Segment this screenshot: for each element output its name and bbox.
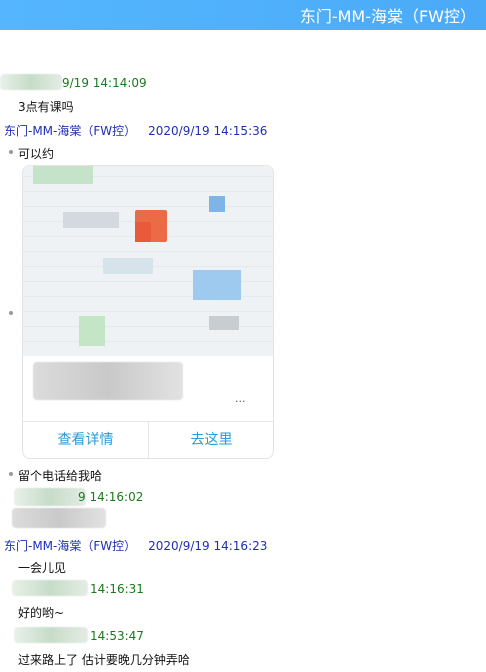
message-time: 9 14:16:02 xyxy=(78,490,144,504)
redacted-sender-name xyxy=(14,627,88,643)
message-header: 14:53:47 xyxy=(90,629,144,643)
message-time: 14:53:47 xyxy=(90,629,144,643)
message-header: 9 14:16:02 xyxy=(78,490,143,504)
message-bullet xyxy=(9,311,13,315)
message-bullet xyxy=(9,472,13,476)
message-time: 2020/9/19 14:15:36 xyxy=(148,124,268,138)
message-time: 2020/9/19 14:16:23 xyxy=(148,539,268,553)
message-text[interactable]: 留个电话给我哈 xyxy=(18,467,102,484)
location-pin-icon xyxy=(135,210,167,242)
chat-header: 东门-MM-海棠（FW控） xyxy=(0,0,486,30)
message-text[interactable]: 过来路上了 估计要晚几分钟弄哈 xyxy=(18,651,190,668)
location-card[interactable]: ... 查看详情 去这里 xyxy=(22,165,274,459)
message-time: 9/19 14:14:09 xyxy=(62,76,147,90)
chat-title: 东门-MM-海棠（FW控） xyxy=(299,7,476,26)
message-header: 东门-MM-海棠（FW控） 2020/9/19 14:15:36 xyxy=(4,122,267,139)
message-text[interactable]: 3点有课吗 xyxy=(18,98,74,115)
address-text: ... xyxy=(235,392,246,405)
redacted-message xyxy=(12,508,106,528)
go-here-button[interactable]: 去这里 xyxy=(148,422,273,458)
redacted-sender-name xyxy=(14,488,86,506)
message-sender: 东门-MM-海棠（FW控） xyxy=(4,539,137,553)
message-header: 9/19 14:14:09 xyxy=(62,76,147,90)
message-text[interactable]: 好的哟~ xyxy=(18,604,64,621)
message-time: 14:16:31 xyxy=(90,582,144,596)
location-address: ... xyxy=(23,358,273,416)
redacted-sender-name xyxy=(0,74,62,90)
message-header: 东门-MM-海棠（FW控） 2020/9/19 14:16:23 xyxy=(4,537,267,554)
map-thumbnail[interactable] xyxy=(23,166,273,356)
view-details-button[interactable]: 查看详情 xyxy=(23,422,148,458)
message-bullet xyxy=(9,150,13,154)
message-header: 14:16:31 xyxy=(90,582,144,596)
redacted-sender-name xyxy=(12,580,88,596)
location-actions: 查看详情 去这里 xyxy=(23,421,273,458)
message-text[interactable]: 一会儿见 xyxy=(18,559,66,576)
message-text[interactable]: 可以约 xyxy=(18,145,54,162)
message-sender: 东门-MM-海棠（FW控） xyxy=(4,124,137,138)
